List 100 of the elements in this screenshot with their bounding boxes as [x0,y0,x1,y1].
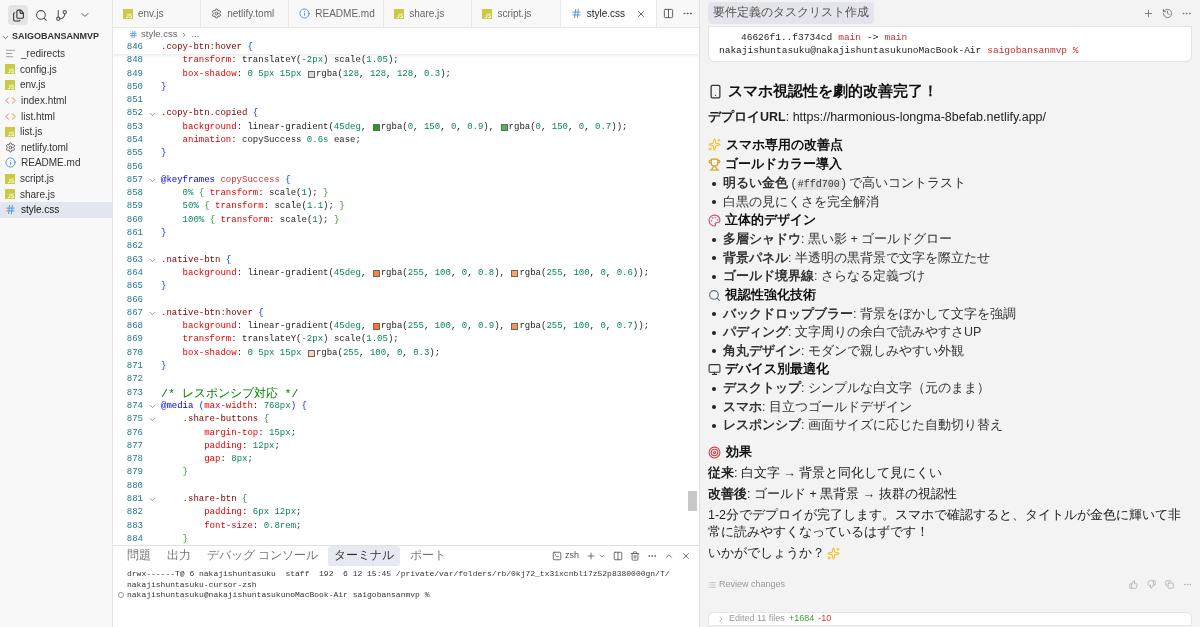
javascript-file-icon [5,173,15,184]
section-heading: スマホ専用の改善点 [726,136,843,154]
code-text: @keyframes copySuccess { [161,173,291,187]
explorer-icon[interactable] [8,5,28,25]
line-number: 882 [125,506,143,520]
code-text: } [161,227,167,241]
list-item-text: ゴールド境界線: さらなる定義づけ [723,268,925,286]
file-item[interactable]: README.md [0,155,112,171]
search-icon[interactable] [35,8,48,22]
code-text: .share-buttons { [181,413,270,427]
javascript-file-icon [5,64,15,75]
split-icon[interactable] [613,551,623,561]
bullet-icon [712,256,716,260]
code-text: } [161,147,167,161]
javascript-file-icon [123,8,133,19]
line-number: 859 [125,200,143,214]
file-item[interactable]: netlify.toml [0,139,112,156]
history-icon[interactable] [1162,7,1173,19]
line-number: 874 [125,399,143,413]
edited-files-bar[interactable]: Edited 11 files +1684 -10 [708,612,1192,626]
line-number: 861 [125,227,143,241]
line-number: 873 [125,386,143,400]
editor-tab[interactable]: style.css [560,0,657,27]
file-item[interactable]: share.js [0,186,112,202]
bullet-icon [712,274,716,279]
paragraph: デプロイURL: https://harmonious-longma-8befab.netlify.app/ [708,108,1047,126]
line-number: 869 [125,333,143,347]
editor-tab[interactable]: env.js [113,0,202,27]
line-number: 848 [125,54,143,68]
code-text: background: linear-gradient(45deg, [181,320,368,334]
file-item[interactable]: _redirects [0,46,112,62]
editor-tab[interactable]: share.js [384,0,473,27]
editor-tab[interactable]: script.js [472,0,561,27]
line-number: 872 [125,373,143,387]
file-item[interactable]: config.js [0,61,112,78]
code-text: } [161,360,167,374]
panel-tab[interactable]: 出力 [161,546,197,566]
close-icon[interactable] [635,8,646,19]
line-number: 876 [125,426,143,440]
close-icon[interactable] [681,551,691,561]
heading: スマホ視認性を劇的改善完了！ [728,81,938,101]
bullet-icon [712,405,716,409]
palette-icon [708,214,721,228]
bullet-icon [712,330,716,335]
code-text: .share-btn { [181,493,248,506]
code-file-icon [5,110,16,122]
shell-label[interactable]: zsh [565,549,579,563]
editor-tab[interactable]: netlify.toml [201,0,290,27]
chevron-right-icon [717,615,725,623]
file-item[interactable]: env.js [0,77,112,93]
split-editor-icon[interactable] [662,8,674,19]
line-number: 877 [125,439,143,453]
breadcrumb-item[interactable]: style.css [141,27,178,42]
git-branch-icon[interactable] [55,8,68,22]
thumbs-up-icon[interactable] [1129,580,1138,589]
code-text: .copy-btn.copied { [161,107,259,121]
list-icon [708,580,716,589]
list-item-text: 背景パネル: 半透明の黒背景で文字を際立たせ [723,249,990,267]
panel-tab[interactable]: 問題 [121,546,157,566]
file-item[interactable]: list.html [0,108,112,124]
terminal-line: drwx------T@ 6 nakajishuntasuku staff 192 6 12 15:45 /private/var/folders/rb/0kj72_tx31xcnbl17z52p8380000gn/T/ [127,569,671,580]
code-text: padding: 6px 12px; [203,506,302,520]
add-icon[interactable] [586,551,596,561]
line-number: 858 [125,187,143,201]
panel-tab[interactable]: デバッグ コンソール [201,546,325,566]
line-number: 866 [125,293,143,307]
javascript-file-icon [394,8,405,19]
panel-tab[interactable]: ポート [404,546,453,566]
color-swatch-icon [372,270,380,278]
gear-icon [5,141,16,153]
line-number: 856 [125,160,143,174]
javascript-file-icon [5,126,15,137]
info-icon [5,157,16,169]
file-item[interactable]: script.js [0,170,112,187]
file-item[interactable]: style.css [0,201,112,218]
chevron-up-icon[interactable] [664,551,674,561]
file-item[interactable]: list.js [0,123,112,140]
code-text: 50% { transform: scale(1.1); } [181,200,345,214]
thumbs-down-icon[interactable] [1147,580,1156,589]
line-number: 880 [125,479,143,493]
editor-tab[interactable]: README.md [289,0,385,27]
gear-icon [211,8,223,19]
color-swatch-icon [372,123,380,131]
file-item[interactable]: index.html [0,92,112,109]
code-text: .copy-btn:hover { [161,41,253,54]
scrollbar-thumb[interactable] [688,491,697,511]
bullet-icon [712,423,716,428]
line-number: 864 [125,266,143,280]
chevron-down-icon[interactable] [598,552,606,560]
add-icon[interactable] [1143,7,1154,19]
panel-tab[interactable]: ターミナル [328,546,401,566]
project-name[interactable]: SAIGOBANSANMVP [12,30,99,44]
breadcrumb-item[interactable]: ... [191,27,200,42]
chat-tab[interactable]: 要件定義のタスクリスト作成 [708,2,874,24]
color-swatch-icon [372,323,380,331]
code-text: font-size: 0.8rem; [203,519,302,533]
code-file-icon [5,95,16,107]
paragraph: 1-2分でデプロイが完了します。スマホで確認すると、タイトルが金色に輝いて非常に読みやすくなっているはずです！ [708,506,1183,541]
code-text: gap: 8px; [203,453,253,467]
trash-icon[interactable] [630,551,640,561]
